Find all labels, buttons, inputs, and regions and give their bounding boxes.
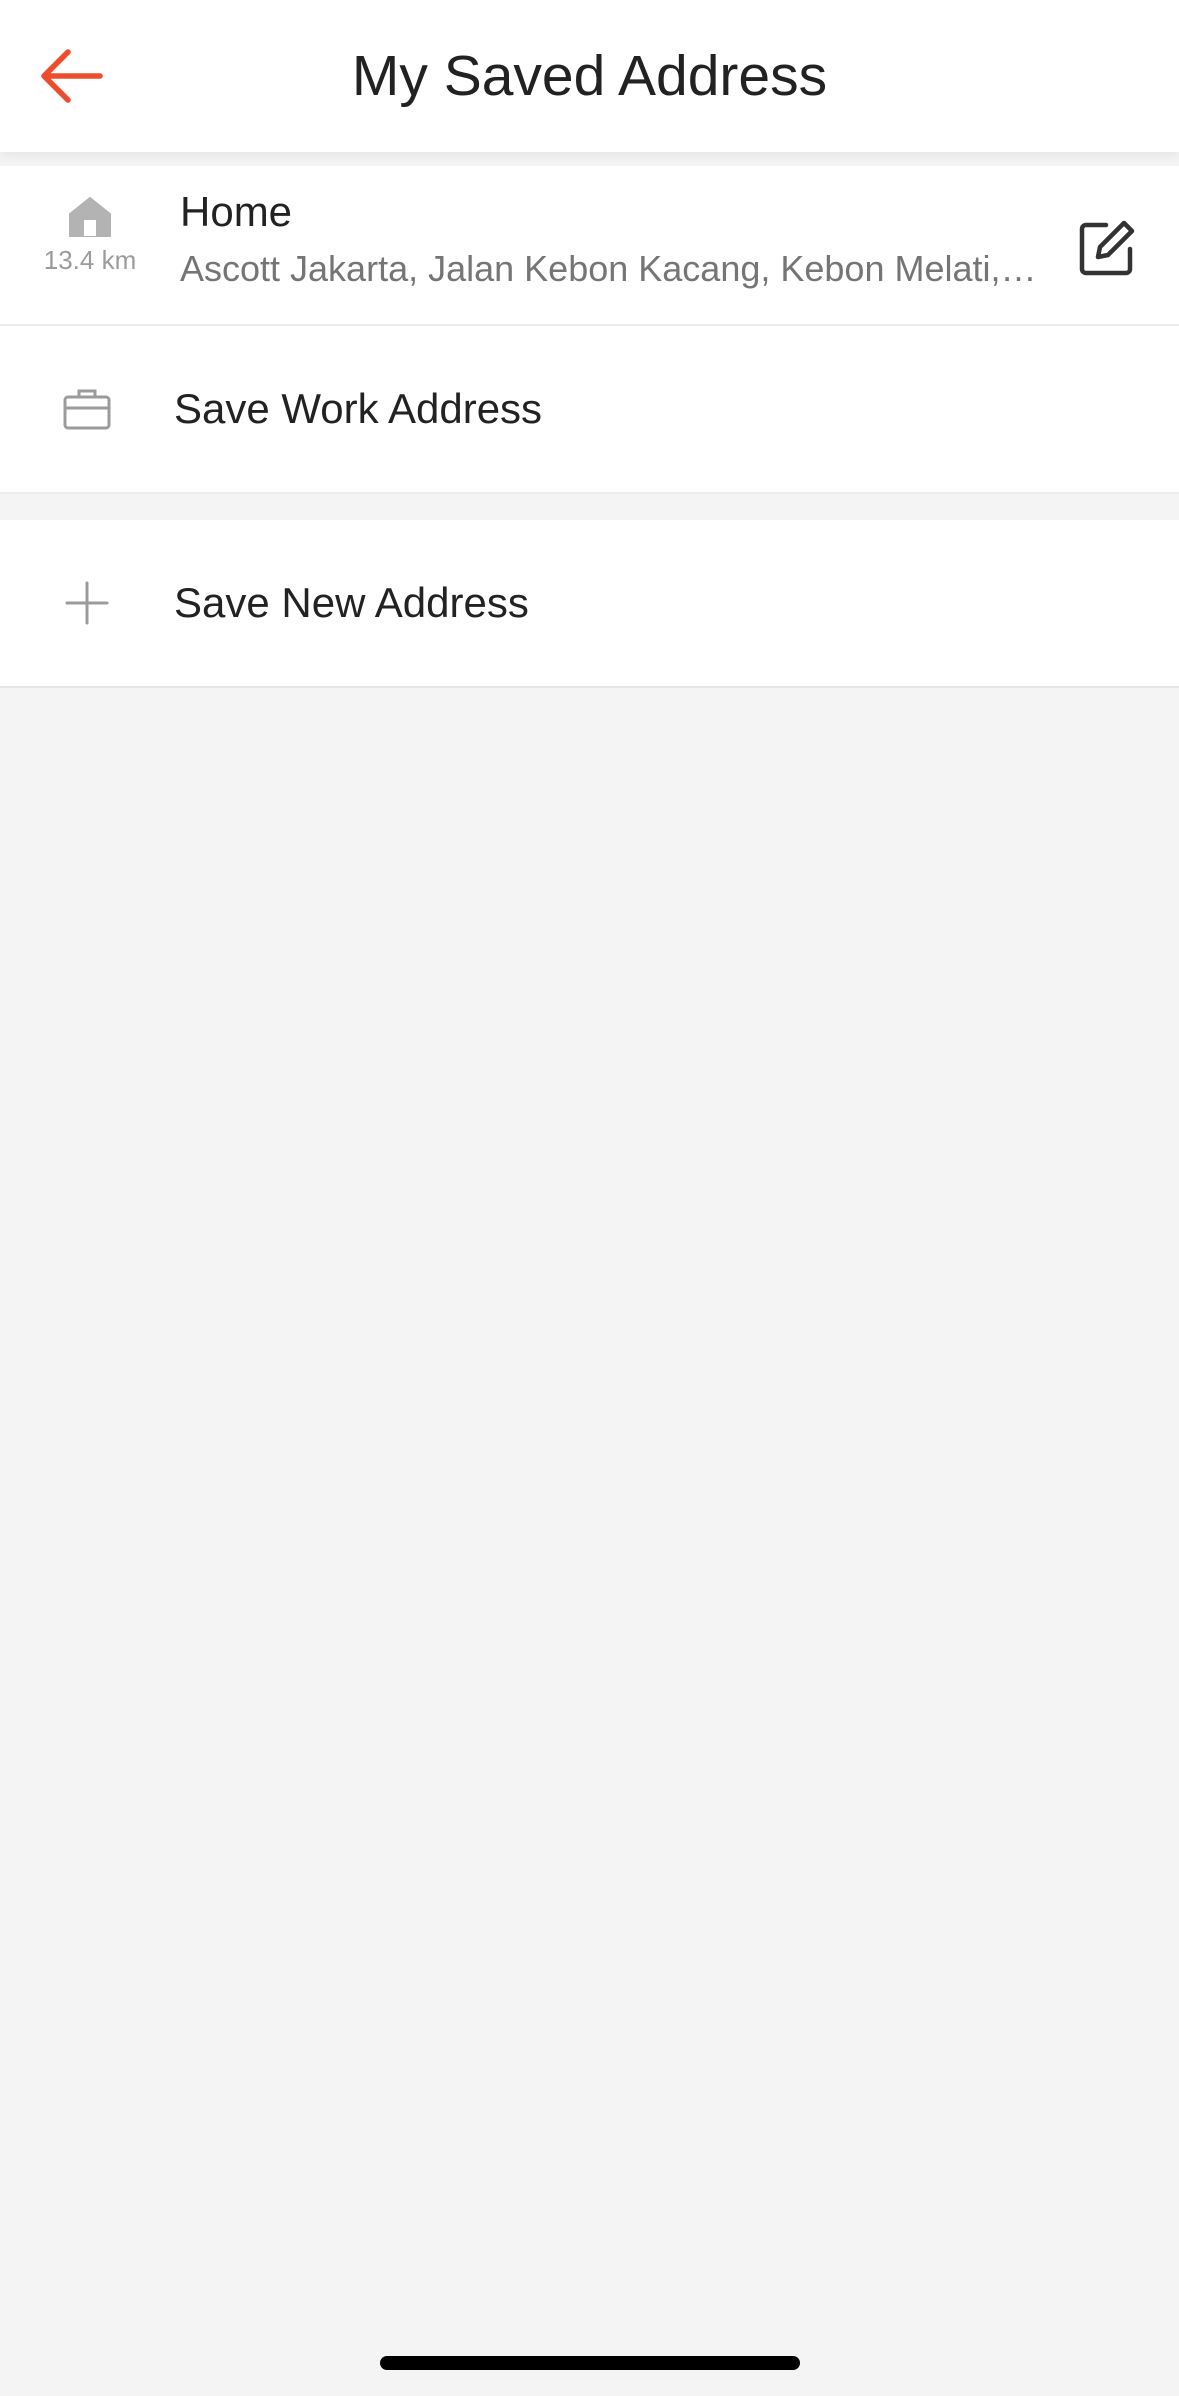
save-new-address-label: Save New Address — [174, 579, 529, 626]
home-indicator[interactable] — [380, 2356, 800, 2370]
distance-label: 13.4 km — [43, 245, 137, 275]
edit-address-button[interactable] — [1065, 206, 1149, 290]
save-work-address-label: Save Work Address — [174, 385, 543, 432]
address-item-home[interactable]: 13.4 km Home Ascott Jakarta, Jalan Kebon… — [0, 166, 1179, 326]
save-work-address-button[interactable]: Save Work Address — [0, 326, 1179, 494]
app-screen: My Saved Address 13.4 km Home Ascott Jak… — [0, 0, 1179, 2396]
page-title: My Saved Address — [351, 44, 828, 108]
address-label: Home — [180, 188, 293, 235]
home-icon-group: 13.4 km — [24, 196, 156, 296]
edit-icon — [1079, 220, 1135, 276]
address-text: Ascott Jakarta, Jalan Kebon Kacang, Kebo… — [180, 248, 1040, 289]
save-new-address-button[interactable]: Save New Address — [0, 520, 1179, 688]
top-bar: My Saved Address — [0, 0, 1179, 152]
home-icon — [69, 197, 111, 237]
plus-icon — [65, 581, 109, 625]
briefcase-icon — [63, 389, 111, 430]
briefcase-icon-wrap — [52, 374, 122, 444]
plus-icon-wrap — [52, 568, 122, 638]
